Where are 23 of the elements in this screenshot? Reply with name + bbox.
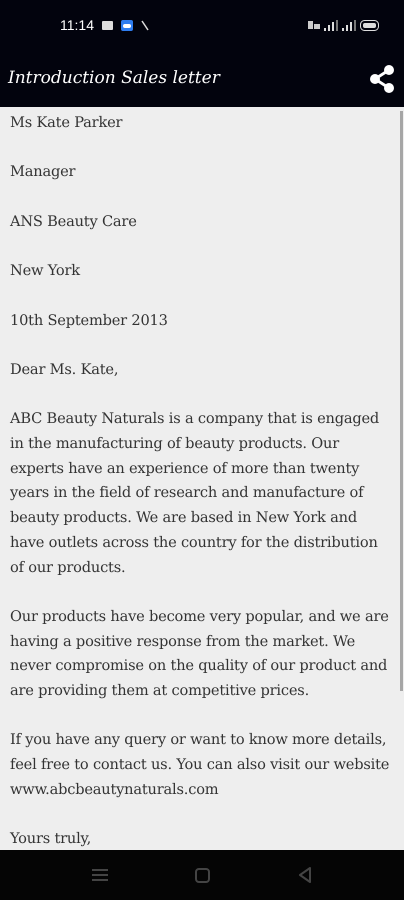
letter-paragraph: ABC Beauty Naturals is a company that is engaged in the manufacturing of beauty products. Our experts have an experience of more than twenty years in the field of research and manufacture of beauty products. We are based in New York and have outlets across the country for the distribution of our products. [10,409,380,578]
letter-paragraph: Dear Ms. Kate, [10,360,120,380]
letter-paragraph: 10th September 2013 [10,310,169,331]
letter-paragraph: New York [10,261,82,282]
letter-paragraph: If you have any query or want to know more details, feel free to contact us. You can also visit our website www.abcbeautynaturals.com [10,730,390,800]
signal-slash-icon [141,20,149,30]
back-icon[interactable] [298,867,312,883]
menu-icon[interactable] [92,868,108,882]
signal-icon [342,20,356,30]
share-icon[interactable] [368,64,396,94]
home-icon[interactable] [195,868,210,882]
cloud-icon [121,20,133,30]
battery-icon [360,20,380,30]
letter-paragraph: ANS Beauty Care [10,212,138,232]
status-time: 11:14 [60,16,94,34]
data-icon [308,20,320,30]
letter-paragraph: Ms Kate Parker [10,113,124,133]
letter-paragraph: Yours truly, [10,829,92,850]
notification-icon [102,20,113,30]
letter-paragraph: Manager [10,162,76,182]
letter-paragraph: Our products have become very popular, and we are having a positive response from the market. We never compromise on the quality of our product and are providing them at competitive prices. [10,606,390,702]
app-title: Introduction Sales letter [8,66,220,90]
signal-icon [324,20,338,30]
